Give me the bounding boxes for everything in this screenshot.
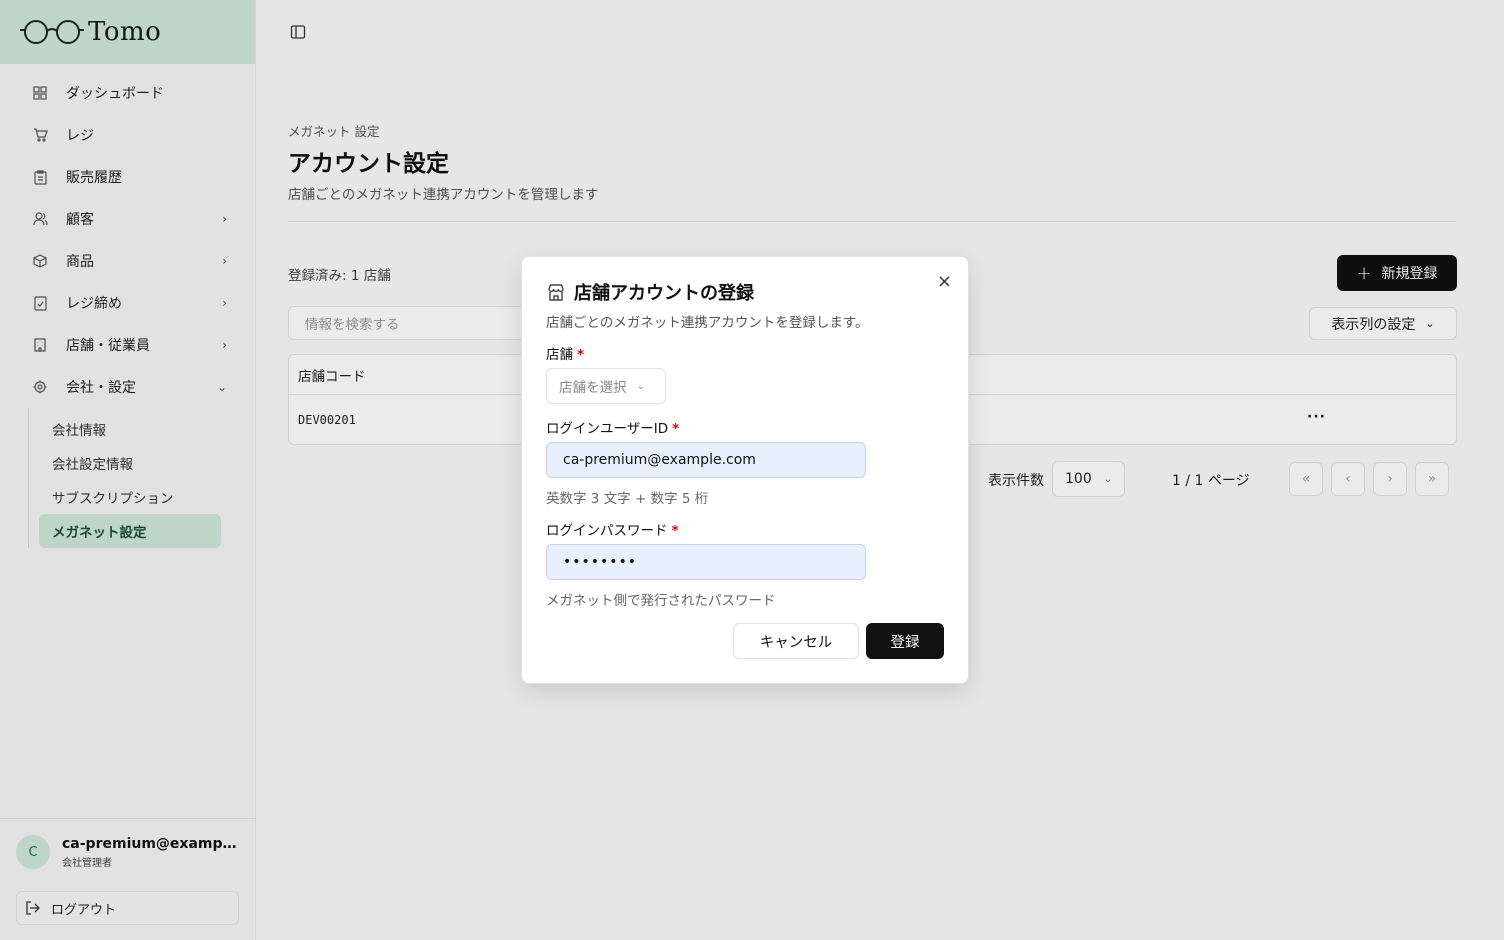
store-field-label: 店舗 * bbox=[546, 343, 584, 363]
dialog-title: 店舗アカウントの登録 bbox=[546, 279, 754, 305]
store-account-dialog: × 店舗アカウントの登録 店舗ごとのメガネット連携アカウントを登録します。 店舗… bbox=[521, 256, 969, 684]
store-select[interactable]: 店舗を選択 ⌄ bbox=[546, 368, 666, 404]
password-field-label: ログインパスワード * bbox=[546, 519, 679, 539]
dialog-title-text: 店舗アカウントの登録 bbox=[574, 283, 754, 304]
chevron-down-icon: ⌄ bbox=[636, 380, 645, 392]
close-icon[interactable]: × bbox=[937, 271, 952, 292]
required-mark: * bbox=[671, 523, 679, 539]
dialog-description: 店舗ごとのメガネット連携アカウントを登録します。 bbox=[546, 315, 869, 331]
required-mark: * bbox=[672, 421, 680, 437]
required-mark: * bbox=[577, 347, 585, 363]
password-hint: メガネット側で発行されたパスワード bbox=[546, 593, 776, 609]
login-id-field-label: ログインユーザーID * bbox=[546, 417, 679, 437]
store-label-text: 店舗 bbox=[546, 347, 573, 363]
password-label-text: ログインパスワード bbox=[546, 523, 668, 539]
cancel-button[interactable]: キャンセル bbox=[733, 623, 859, 659]
store-select-placeholder: 店舗を選択 bbox=[559, 380, 627, 396]
login-id-label-text: ログインユーザーID bbox=[546, 421, 669, 437]
store-icon bbox=[546, 282, 566, 302]
login-id-input[interactable]: ca-premium@example.com bbox=[546, 442, 866, 478]
register-button[interactable]: 登録 bbox=[866, 623, 944, 659]
password-input[interactable]: •••••••• bbox=[546, 544, 866, 580]
login-id-hint: 英数字 3 文字 + 数字 5 桁 bbox=[546, 491, 709, 507]
